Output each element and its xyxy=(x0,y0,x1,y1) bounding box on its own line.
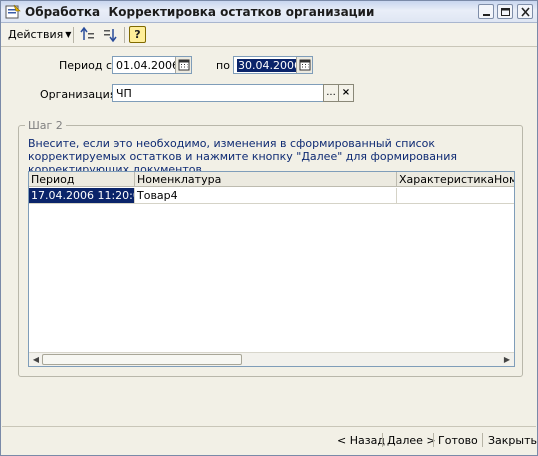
help-icon[interactable]: ? xyxy=(129,26,146,43)
dropdown-arrow-icon: ▼ xyxy=(65,30,72,39)
horizontal-scrollbar[interactable]: ◀ ▶ xyxy=(29,352,514,366)
calendar-icon xyxy=(178,59,190,71)
organization-clear-button[interactable]: × xyxy=(338,84,354,102)
actions-menu-label: Действия xyxy=(8,28,64,41)
scroll-right-icon[interactable]: ▶ xyxy=(501,354,513,366)
period-from-label: Период с xyxy=(59,59,113,72)
done-button[interactable]: Готово xyxy=(438,434,478,447)
adjustment-table[interactable]: Период Номенклатура ХарактеристикаНоменк… xyxy=(28,171,515,367)
toolbar-separator xyxy=(124,27,125,43)
cell-item[interactable]: Товар4 xyxy=(135,188,397,204)
calendar-icon xyxy=(299,59,311,71)
organization-value: ЧП xyxy=(116,87,132,100)
processing-window: Обработка Корректировка остатков организ… xyxy=(0,0,538,456)
close-button[interactable]: Закрыть xyxy=(488,434,537,447)
scroll-left-icon[interactable]: ◀ xyxy=(30,354,42,366)
close-icon xyxy=(521,7,530,17)
minimize-button[interactable] xyxy=(478,4,494,19)
organization-input[interactable]: ЧП xyxy=(112,84,324,102)
cell-characteristic[interactable] xyxy=(397,188,514,204)
next-button[interactable]: Далее > xyxy=(387,434,436,447)
step-group-title: Шаг 2 xyxy=(25,119,66,132)
footer-separator xyxy=(482,433,483,447)
cell-period[interactable]: 17.04.2006 11:20:00 xyxy=(29,188,135,204)
title-bar[interactable]: Обработка Корректировка остатков организ… xyxy=(1,1,537,23)
period-from-calendar-button[interactable] xyxy=(175,57,191,73)
window-title: Обработка Корректировка остатков организ… xyxy=(25,5,375,19)
organization-label: Организация xyxy=(40,88,117,101)
close-window-button[interactable] xyxy=(517,4,533,19)
toolbar: Действия ▼ ? xyxy=(1,23,537,47)
period-to-label: по xyxy=(216,59,230,72)
period-to-calendar-button[interactable] xyxy=(296,57,312,73)
footer-bar: < Назад Далее > Готово Закрыть xyxy=(1,427,537,455)
column-header-characteristic[interactable]: ХарактеристикаНоменклатуры xyxy=(397,172,514,187)
column-header-period[interactable]: Период xyxy=(29,172,135,187)
scrollbar-thumb[interactable] xyxy=(42,354,242,365)
back-button[interactable]: < Назад xyxy=(337,434,385,447)
toolbar-separator xyxy=(73,27,74,43)
processing-app-icon xyxy=(5,4,21,19)
period-from-value: 01.04.2006 xyxy=(116,59,179,72)
footer-separator xyxy=(433,433,434,447)
maximize-button[interactable] xyxy=(497,4,513,19)
footer-separator xyxy=(382,433,383,447)
minimize-icon xyxy=(483,14,490,16)
maximize-icon xyxy=(501,8,510,16)
organization-select-button[interactable]: ... xyxy=(323,84,339,102)
move-up-icon[interactable] xyxy=(79,26,97,44)
table-header: Период Номенклатура ХарактеристикаНоменк… xyxy=(29,172,514,187)
period-to-value: 30.04.2006 xyxy=(237,59,302,72)
actions-menu[interactable]: Действия ▼ xyxy=(5,26,74,44)
column-header-item[interactable]: Номенклатура xyxy=(135,172,397,187)
move-down-icon[interactable] xyxy=(102,26,120,44)
